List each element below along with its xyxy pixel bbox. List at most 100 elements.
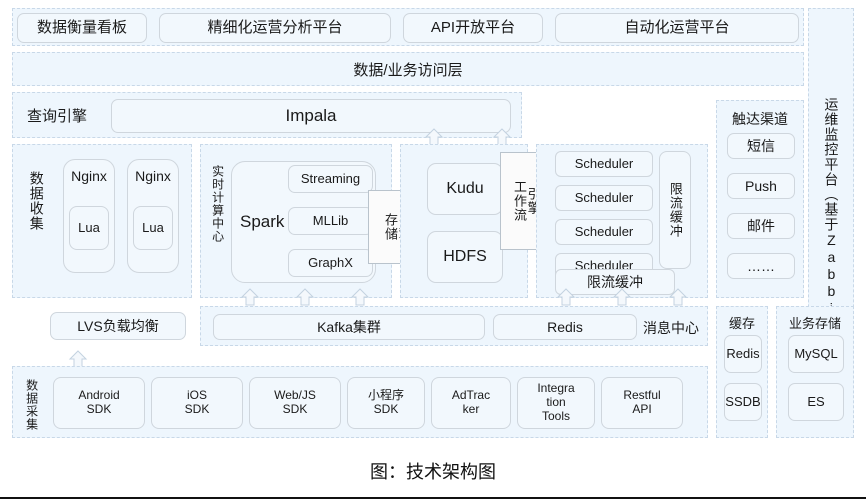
sdk-card-webjs[interactable]: Web/JS SDK [249,377,341,429]
biz-es-card[interactable]: ES [788,383,844,421]
lua-label: Lua [142,219,164,235]
sdk-line2: SDK [86,402,112,416]
reach-channel-title: 触达渠道 [732,111,788,127]
sdk-line1: Integra [537,381,575,396]
realtime-compute-panel: 实时计算中心 Spark Streaming MLLib GraphX [200,144,392,298]
top-platform-row: 数据衡量看板 精细化运营分析平台 API开放平台 自动化运营平台 [12,8,804,46]
channel-more[interactable]: …… [727,253,795,279]
scheduler-card[interactable]: Scheduler [555,185,653,211]
kudu-label: Kudu [446,179,484,197]
cache-ssdb-card[interactable]: SSDB [724,383,762,421]
message-center-panel: Kafka集群 Redis 消息中心 [200,306,708,346]
lua-card[interactable]: Lua [69,206,109,251]
channel-sms[interactable]: 短信 [727,133,795,159]
flow-arrow-up [240,288,260,306]
flow-arrow-up [556,288,576,306]
hdfs-card[interactable]: HDFS [427,231,503,283]
sdk-line2: ker [462,402,480,416]
business-storage-panel: 业务存储 MySQL ES [776,306,854,438]
platform-card-automation[interactable]: 自动化运营平台 [555,13,799,43]
flow-arrow-up [612,288,632,306]
channel-email[interactable]: 邮件 [727,213,795,239]
flow-arrow-up [295,288,315,306]
platform-label: 数据衡量看板 [36,19,127,37]
biz-item-label: ES [807,393,825,409]
spark-module-graphx[interactable]: GraphX [288,249,373,277]
lua-label: Lua [78,219,100,235]
channel-label: …… [747,257,775,274]
architecture-diagram: 数据衡量看板 精细化运营分析平台 API开放平台 自动化运营平台 数据/业务访问… [0,0,866,502]
nginx-label: Nginx [71,168,107,184]
sdk-card-android[interactable]: Android SDK [53,377,145,429]
sdk-line2: SDK [373,402,399,416]
sdk-line2: API [632,402,652,416]
sdk-line1: 小程序 [367,388,404,403]
throttle-buffer-side-label: 限流缓冲 [667,182,683,238]
query-engine-label: 查询引擎 [27,108,88,125]
sdk-line1: Restful [623,388,661,403]
kafka-label: Kafka集群 [317,318,381,335]
sdk-card-ios[interactable]: iOS SDK [151,377,243,429]
storage-engine-label-right: 存储 [383,213,398,241]
access-layer-panel: 数据/业务访问层 [12,52,804,86]
figure-caption: 图：技术架构图 [370,462,496,482]
platform-card-analytics[interactable]: 精细化运营分析平台 [159,13,391,43]
platform-label: API开放平台 [430,19,516,37]
nginx-node[interactable]: Nginx Lua [127,159,179,273]
redis-card[interactable]: Redis [493,314,637,340]
business-storage-title: 业务存储 [788,316,841,331]
platform-card-api[interactable]: API开放平台 [403,13,543,43]
cache-item-label: Redis [726,345,760,361]
cache-title: 缓存 [728,316,755,331]
sdk-card-adtracker[interactable]: AdTrac ker [431,377,511,429]
data-collection-label: 数据收集 [28,171,45,231]
module-label: MLLib [312,212,349,228]
lua-card[interactable]: Lua [133,206,173,251]
sdk-line2: tion [546,395,566,410]
bottom-rule [0,497,866,499]
scheduler-card[interactable]: Scheduler [555,151,653,177]
channel-label: Push [745,177,777,194]
channel-label: 短信 [747,137,775,154]
redis-label: Redis [547,318,583,335]
sdk-line3: Tools [541,408,570,423]
scheduler-card[interactable]: Scheduler [555,219,653,245]
channel-label: 邮件 [747,217,775,234]
kudu-card[interactable]: Kudu [427,163,503,215]
module-label: GraphX [308,254,353,270]
biz-mysql-card[interactable]: MySQL [788,335,844,373]
scheduler-label: Scheduler [574,223,634,239]
spark-label: Spark [240,212,285,232]
throttle-buffer-side-card[interactable]: 限流缓冲 [659,151,691,269]
sdk-line1: Web/JS [274,388,316,403]
cache-redis-card[interactable]: Redis [724,335,762,373]
spark-module-mllib[interactable]: MLLib [288,207,373,235]
cache-item-label: SSDB [725,393,761,409]
reach-channel-panel: 触达渠道 短信 Push 邮件 …… [716,100,804,298]
data-acquisition-panel: 数据采集 Android SDK iOS SDK Web/JS SDK 小程序 … [12,366,708,438]
data-acquisition-label: 数据采集 [24,379,39,431]
nginx-node[interactable]: Nginx Lua [63,159,115,273]
platform-label: 精细化运营分析平台 [207,19,343,37]
query-engine-panel: 查询引擎 Impala [12,92,522,138]
platform-label: 自动化运营平台 [624,19,730,37]
spark-module-streaming[interactable]: Streaming [288,165,373,193]
impala-label: Impala [285,106,337,126]
scheduler-label: Scheduler [574,189,634,205]
sdk-card-integration-tools[interactable]: Integra tion Tools [517,377,595,429]
sdk-line2: SDK [282,402,308,416]
platform-card-dashboard[interactable]: 数据衡量看板 [17,13,147,43]
impala-card[interactable]: Impala [111,99,511,133]
flow-arrow-up [668,288,688,306]
channel-push[interactable]: Push [727,173,795,199]
kafka-card[interactable]: Kafka集群 [213,314,485,340]
nginx-label: Nginx [135,168,171,184]
workflow-engine-label-right: 工作流 [512,180,527,222]
scheduler-panel: Scheduler Scheduler Scheduler Scheduler … [536,144,708,298]
message-center-label: 消息中心 [643,320,699,336]
sdk-card-restful-api[interactable]: Restful API [601,377,683,429]
sdk-line1: iOS [186,388,207,403]
scheduler-label: Scheduler [574,155,634,171]
lvs-load-balancer-card[interactable]: LVS负载均衡 [50,312,186,340]
sdk-card-miniprogram[interactable]: 小程序 SDK [347,377,425,429]
